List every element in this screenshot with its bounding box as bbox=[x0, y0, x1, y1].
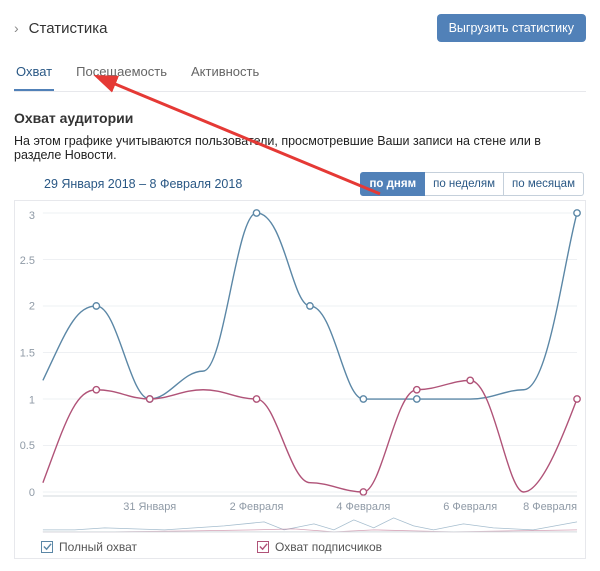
period-switch: по дням по неделям по месяцам bbox=[360, 172, 584, 196]
sparkline-band bbox=[43, 518, 577, 532]
ytick-0: 0 bbox=[29, 487, 35, 499]
legend-full-reach[interactable]: Полный охват bbox=[41, 540, 137, 554]
period-days-button[interactable]: по дням bbox=[360, 172, 425, 196]
series-subs-reach bbox=[43, 380, 577, 492]
tab-reach[interactable]: Охват bbox=[14, 56, 54, 91]
xtick-2: 4 Февраля bbox=[336, 501, 390, 513]
xtick-1: 2 Февраля bbox=[230, 501, 284, 513]
ytick-1: 1 bbox=[29, 394, 35, 406]
ytick-15: 1.5 bbox=[20, 347, 35, 359]
chart-container: 0 0.5 1 1.5 2 2.5 3 bbox=[14, 200, 586, 559]
breadcrumb-sep: › bbox=[14, 20, 19, 36]
legend-subs-reach-label: Охват подписчиков bbox=[275, 540, 382, 554]
breadcrumb-current: Статистика bbox=[29, 20, 108, 37]
xtick-3: 6 Февраля bbox=[443, 501, 497, 513]
ytick-2: 2 bbox=[29, 301, 35, 313]
ytick-25: 2.5 bbox=[20, 255, 35, 267]
tab-activity[interactable]: Активность bbox=[189, 56, 261, 91]
reach-chart: 0 0.5 1 1.5 2 2.5 3 bbox=[15, 205, 585, 534]
legend-full-reach-label: Полный охват bbox=[59, 540, 137, 554]
export-button[interactable]: Выгрузить статистику bbox=[437, 14, 586, 42]
ytick-3: 3 bbox=[29, 210, 35, 222]
legend-subs-reach[interactable]: Охват подписчиков bbox=[257, 540, 382, 554]
period-months-button[interactable]: по месяцам bbox=[504, 172, 584, 196]
tab-visits[interactable]: Посещаемость bbox=[74, 56, 169, 91]
breadcrumb: › Статистика bbox=[14, 20, 107, 37]
section-title: Охват аудитории bbox=[14, 110, 586, 126]
date-range: 29 Января 2018 – 8 Февраля 2018 bbox=[44, 177, 242, 191]
period-weeks-button[interactable]: по неделям bbox=[425, 172, 504, 196]
tabs: Охват Посещаемость Активность bbox=[14, 52, 586, 92]
xtick-4: 8 Февраля bbox=[523, 501, 577, 513]
xtick-0: 31 Января bbox=[123, 501, 176, 513]
series-subs-reach-points bbox=[93, 377, 580, 495]
section-desc: На этом графике учитываются пользователи… bbox=[14, 134, 586, 162]
ytick-05: 0.5 bbox=[20, 440, 35, 452]
